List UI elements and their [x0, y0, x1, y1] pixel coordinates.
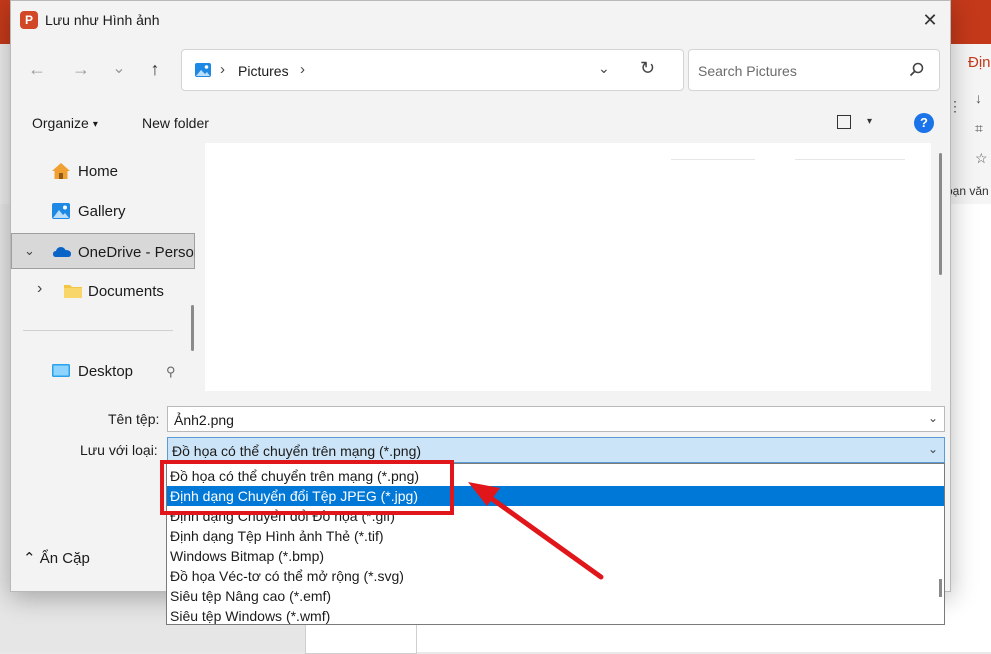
- address-bar[interactable]: › Pictures › ⌄ ↻: [181, 49, 684, 91]
- refresh-icon[interactable]: ↻: [640, 58, 655, 79]
- save-type-label: Lưu với loại:: [80, 442, 158, 458]
- column-divider: [671, 159, 755, 160]
- chevron-down-icon[interactable]: ⌄: [928, 442, 938, 456]
- dialog-title: Lưu như Hình ảnh: [45, 12, 160, 28]
- breadcrumb-separator[interactable]: ›: [220, 61, 225, 78]
- view-options-icon[interactable]: [837, 115, 851, 129]
- chevron-right-icon[interactable]: ›: [37, 280, 42, 298]
- help-icon[interactable]: ?: [914, 113, 934, 133]
- recent-locations-button[interactable]: ⌄: [107, 57, 131, 81]
- save-type-option[interactable]: Siêu tệp Nâng cao (*.emf): [167, 586, 944, 606]
- hide-folders-label: Ẩn Cặp: [39, 550, 90, 567]
- chevron-down-icon[interactable]: ⌄: [24, 243, 35, 259]
- view-caret-icon[interactable]: ▾: [867, 116, 872, 127]
- nav-item-documents[interactable]: › Documents: [11, 273, 195, 309]
- chevron-down-icon[interactable]: ⌄: [928, 411, 938, 425]
- address-dropdown-icon[interactable]: ⌄: [598, 60, 610, 77]
- nav-item-label: Desktop: [78, 363, 134, 380]
- hide-folders-button[interactable]: ⌃ Ẩn Cặp: [23, 549, 90, 567]
- organize-label: Organize: [32, 115, 89, 131]
- caret-down-icon: ▾: [92, 119, 98, 130]
- file-list-area[interactable]: [205, 143, 931, 391]
- nav-item-label: Documents: [88, 283, 164, 300]
- pictures-folder-icon: [195, 63, 211, 77]
- column-divider: [795, 159, 905, 160]
- breadcrumb-pictures[interactable]: Pictures: [238, 63, 289, 79]
- filename-value: Ảnh2.png: [174, 412, 234, 428]
- chevron-up-icon: ⌃: [23, 550, 36, 567]
- options-scrollbar[interactable]: [939, 579, 942, 597]
- desktop-icon: [52, 364, 70, 377]
- pin-icon[interactable]: ⚲: [166, 364, 176, 380]
- powerpoint-app-icon: P: [20, 11, 38, 29]
- close-button[interactable]: ✕: [917, 7, 943, 33]
- search-icon[interactable]: [908, 61, 926, 79]
- forward-button[interactable]: →: [69, 57, 93, 81]
- nav-item-home[interactable]: Home: [11, 153, 195, 189]
- nav-item-onedrive[interactable]: ⌄ OneDrive - Personal: [11, 233, 195, 269]
- nav-item-label: Home: [78, 163, 119, 180]
- save-type-option[interactable]: Định dạng Tệp Hình ảnh Thẻ (*.tif): [167, 526, 944, 546]
- gallery-icon: [52, 203, 70, 219]
- file-list-scrollbar[interactable]: [939, 153, 942, 275]
- home-icon: [52, 163, 70, 179]
- dialog-title-bar: P Lưu như Hình ảnh ✕: [11, 1, 950, 39]
- ribbon-tab-label[interactable]: Địn: [968, 54, 991, 71]
- filename-field[interactable]: Ảnh2.png ⌄: [167, 406, 945, 432]
- ribbon-format-icon[interactable]: ☆: [975, 150, 988, 167]
- nav-divider: [23, 330, 173, 331]
- navigation-pane: Home Gallery ⌄ OneDrive - Personal › Doc…: [11, 143, 195, 391]
- folder-icon: [64, 285, 82, 298]
- save-type-option[interactable]: Siêu tệp Windows (*.wmf): [167, 606, 944, 626]
- onedrive-icon: [53, 247, 71, 257]
- search-placeholder: Search Pictures: [698, 63, 797, 79]
- save-type-option[interactable]: Đồ họa Véc-tơ có thể mở rộng (*.svg): [167, 566, 944, 586]
- ribbon-group-label: oạn văn: [946, 184, 989, 198]
- navigation-bar: ← → ⌄ ↑ › Pictures › ⌄ ↻ Search Pictures: [11, 45, 950, 97]
- ribbon-sort-icon[interactable]: ↓: [975, 90, 982, 106]
- save-type-option[interactable]: Windows Bitmap (*.bmp): [167, 546, 944, 566]
- annotation-highlight-box: [160, 460, 454, 515]
- save-type-value: Đồ họa có thể chuyển trên mạng (*.png): [172, 443, 422, 459]
- ribbon-align-icon[interactable]: ⌗: [975, 120, 983, 137]
- back-button[interactable]: ←: [25, 57, 49, 81]
- nav-item-gallery[interactable]: Gallery: [11, 193, 195, 229]
- nav-scrollbar[interactable]: [191, 305, 194, 351]
- organize-button[interactable]: Organize ▾: [32, 115, 98, 131]
- nav-item-label: Gallery: [78, 203, 126, 220]
- up-button[interactable]: ↑: [143, 57, 167, 81]
- command-bar: Organize ▾ New folder ▾ ?: [11, 105, 950, 143]
- filename-label: Tên tệp:: [108, 411, 160, 427]
- nav-item-label: OneDrive - Personal: [78, 244, 195, 261]
- breadcrumb-separator[interactable]: ›: [300, 61, 305, 78]
- new-folder-button[interactable]: New folder: [142, 115, 209, 131]
- search-box[interactable]: Search Pictures: [688, 49, 940, 91]
